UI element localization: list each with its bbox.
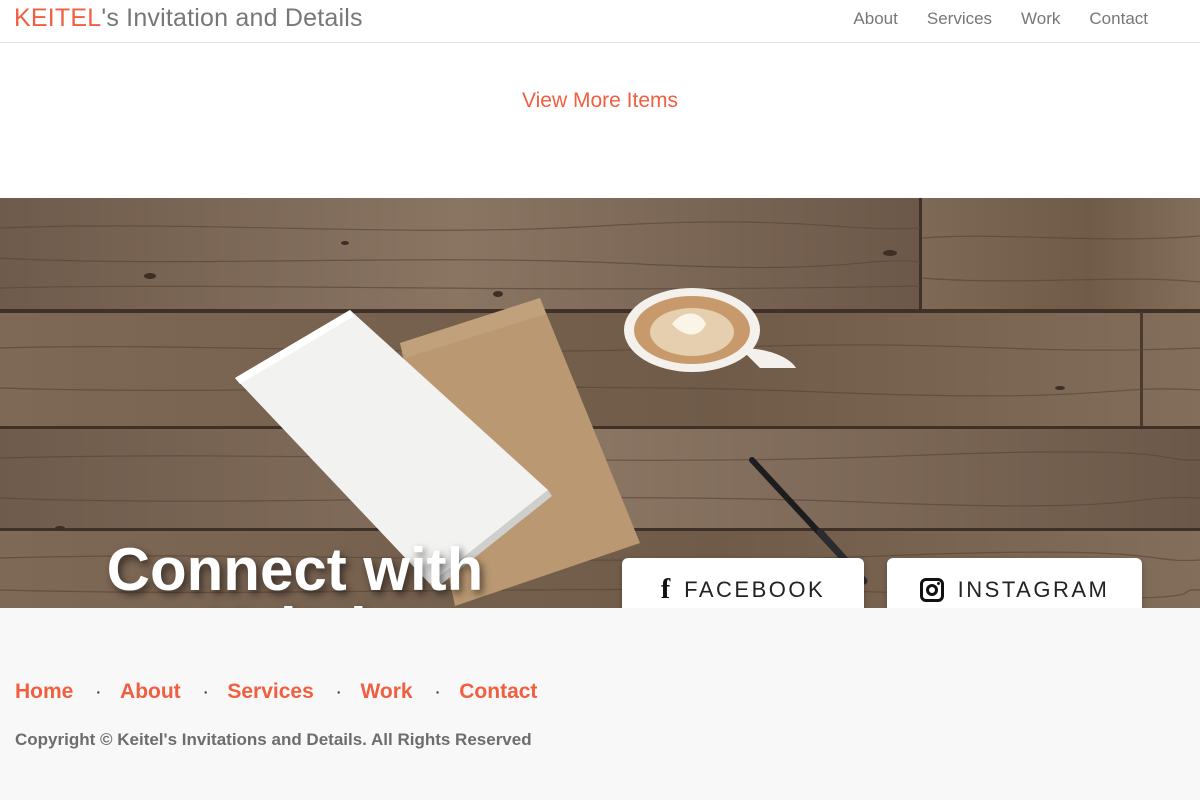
- view-more-link[interactable]: View More Items: [522, 89, 678, 112]
- footer-link-work[interactable]: Work: [360, 680, 412, 704]
- instagram-button[interactable]: INSTAGRAM: [887, 558, 1142, 608]
- footer-link-contact[interactable]: Contact: [459, 680, 537, 704]
- nav-link-about[interactable]: About: [824, 9, 897, 29]
- connect-hero: Connect with Keitel: f FACEBOOK INSTAGRA…: [0, 198, 1200, 608]
- footer: Home · About · Services · Work · Contact…: [0, 608, 1200, 800]
- footer-link-services[interactable]: Services: [227, 680, 313, 704]
- facebook-label: FACEBOOK: [684, 576, 826, 602]
- copyright-text: Copyright © Keitel's Invitations and Det…: [15, 730, 532, 749]
- nav-links: About Services Work Contact: [824, 9, 1148, 29]
- footer-link-about[interactable]: About: [120, 680, 181, 704]
- footer-separator: ·: [96, 684, 102, 700]
- nav-link-services[interactable]: Services: [898, 9, 992, 29]
- nav-link-work[interactable]: Work: [992, 9, 1060, 29]
- instagram-label: INSTAGRAM: [957, 576, 1110, 602]
- top-navbar: KEITEL's Invitation and Details About Se…: [0, 0, 1200, 43]
- footer-separator: ·: [336, 684, 342, 700]
- footer-separator: ·: [203, 684, 209, 700]
- facebook-icon: f: [660, 573, 671, 605]
- footer-link-home[interactable]: Home: [15, 680, 73, 704]
- nav-link-contact[interactable]: Contact: [1060, 9, 1148, 29]
- footer-nav: Home · About · Services · Work · Contact: [15, 680, 537, 704]
- footer-separator: ·: [435, 684, 441, 700]
- brand-logo[interactable]: KEITEL's Invitation and Details: [14, 4, 363, 33]
- instagram-icon: [919, 577, 944, 602]
- brand-rest: 's Invitation and Details: [101, 4, 363, 32]
- view-more-section: View More Items: [0, 89, 1200, 113]
- connect-heading: Connect with Keitel:: [106, 536, 484, 609]
- facebook-button[interactable]: f FACEBOOK: [622, 558, 864, 608]
- brand-accent: KEITEL: [14, 4, 102, 32]
